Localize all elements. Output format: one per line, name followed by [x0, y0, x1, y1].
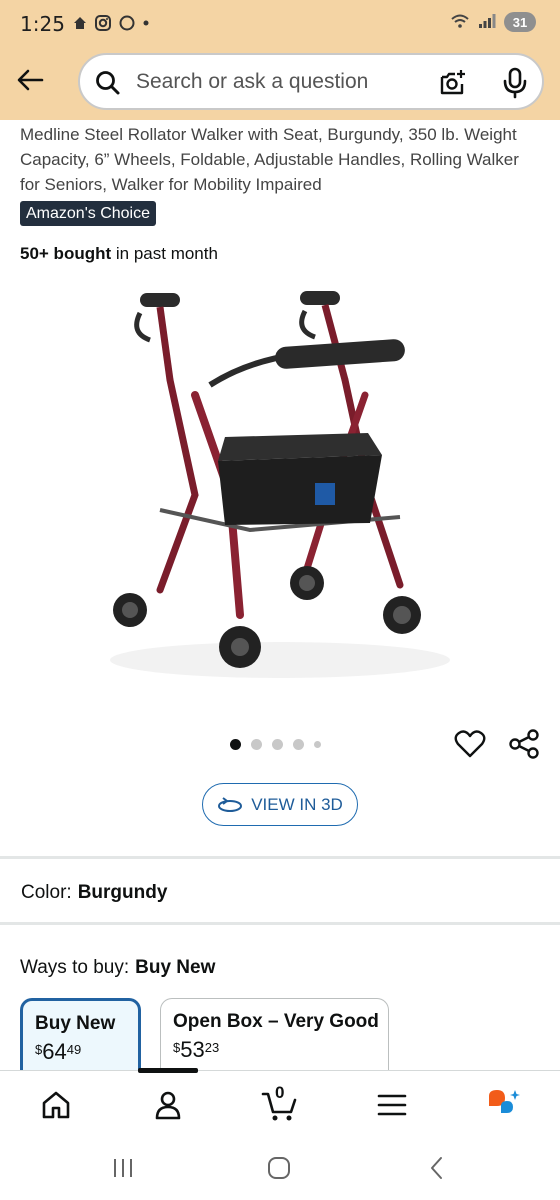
system-back-icon	[431, 1157, 442, 1179]
buy-option-card[interactable]: Buy New $6449	[20, 998, 141, 1072]
nav-active-indicator	[138, 1068, 198, 1073]
system-home-icon	[268, 1157, 290, 1179]
bought-count-bold: 50+ bought	[20, 244, 112, 263]
view-in-3d-label: VIEW IN 3D	[251, 794, 343, 814]
cart-count: 0	[275, 1083, 285, 1102]
home-notification-icon	[72, 15, 88, 31]
app-header: 1:25 31	[0, 0, 560, 120]
system-navigation-bar	[0, 1136, 560, 1200]
carousel-dot[interactable]	[251, 739, 262, 750]
recent-apps-icon	[114, 1159, 132, 1177]
account-icon	[155, 1091, 181, 1120]
product-title: Medline Steel Rollator Walker with Seat,…	[20, 125, 519, 194]
product-image[interactable]	[100, 285, 460, 695]
color-value: Burgundy	[77, 882, 168, 903]
wishlist-heart-icon[interactable]	[454, 728, 486, 760]
buy-option-title: Open Box – Very Good	[173, 1011, 379, 1032]
home-icon	[42, 1091, 70, 1119]
amazons-choice-badge[interactable]: Amazon's Choice	[20, 201, 156, 226]
price-currency: $	[173, 1040, 181, 1055]
assistant-icon	[118, 14, 136, 32]
buy-option-price: $5323	[173, 1037, 376, 1063]
nav-cart[interactable]: 0	[260, 1083, 300, 1125]
menu-icon	[377, 1094, 407, 1116]
back-arrow-icon	[17, 69, 44, 91]
nav-menu[interactable]	[372, 1085, 412, 1125]
price-whole: 53	[180, 1037, 205, 1062]
ways-to-buy-header: Ways to buy: Buy New	[20, 957, 215, 979]
microphone-icon[interactable]	[500, 67, 530, 99]
status-system-icons: 31	[450, 12, 536, 32]
recent-apps-button[interactable]	[108, 1154, 138, 1182]
rufus-icon	[489, 1090, 520, 1113]
wifi-icon	[450, 13, 470, 32]
share-icon[interactable]	[508, 728, 540, 760]
search-icon	[96, 71, 120, 95]
search-bar[interactable]	[78, 53, 544, 110]
ways-to-buy-label: Ways to buy:	[20, 957, 130, 978]
section-divider	[0, 856, 560, 859]
rotate-3d-icon	[218, 796, 243, 812]
carousel-dot[interactable]	[272, 739, 283, 750]
nav-account[interactable]	[148, 1085, 188, 1125]
nav-home[interactable]	[36, 1085, 76, 1125]
status-notification-icons	[72, 14, 150, 32]
dot-icon	[142, 19, 150, 27]
price-cents: 23	[204, 1040, 220, 1055]
color-selector[interactable]: Color: Burgundy	[21, 882, 167, 904]
buy-option-card[interactable]: Open Box – Very Good $5323	[160, 998, 389, 1072]
system-back-button[interactable]	[422, 1154, 452, 1182]
price-cents: 49	[66, 1042, 82, 1057]
view-in-3d-button[interactable]: VIEW IN 3D	[202, 783, 358, 826]
buy-option-title: Buy New	[35, 1013, 116, 1034]
carousel-dot[interactable]	[230, 739, 241, 750]
bought-count: 50+ bought in past month	[20, 244, 218, 264]
carousel-dot[interactable]	[314, 741, 321, 748]
buy-option-price: $6449	[35, 1039, 126, 1065]
section-divider	[0, 922, 560, 925]
status-time: 1:25	[20, 12, 65, 36]
signal-icon	[478, 13, 496, 32]
system-home-button[interactable]	[264, 1154, 294, 1182]
camera-search-icon[interactable]	[438, 68, 468, 98]
bottom-navigation: 0	[0, 1068, 560, 1136]
image-carousel-dots[interactable]	[230, 739, 321, 750]
bought-count-rest: in past month	[111, 244, 218, 263]
battery-icon: 31	[504, 12, 536, 32]
search-input[interactable]	[136, 55, 436, 108]
back-button[interactable]	[12, 62, 48, 98]
price-whole: 64	[42, 1039, 67, 1064]
instagram-icon	[94, 14, 112, 32]
carousel-dot[interactable]	[293, 739, 304, 750]
nav-rufus[interactable]	[484, 1085, 524, 1125]
ways-to-buy-value: Buy New	[135, 957, 216, 978]
color-label: Color:	[21, 882, 72, 903]
price-currency: $	[35, 1042, 43, 1057]
status-bar: 1:25 31	[0, 0, 560, 48]
